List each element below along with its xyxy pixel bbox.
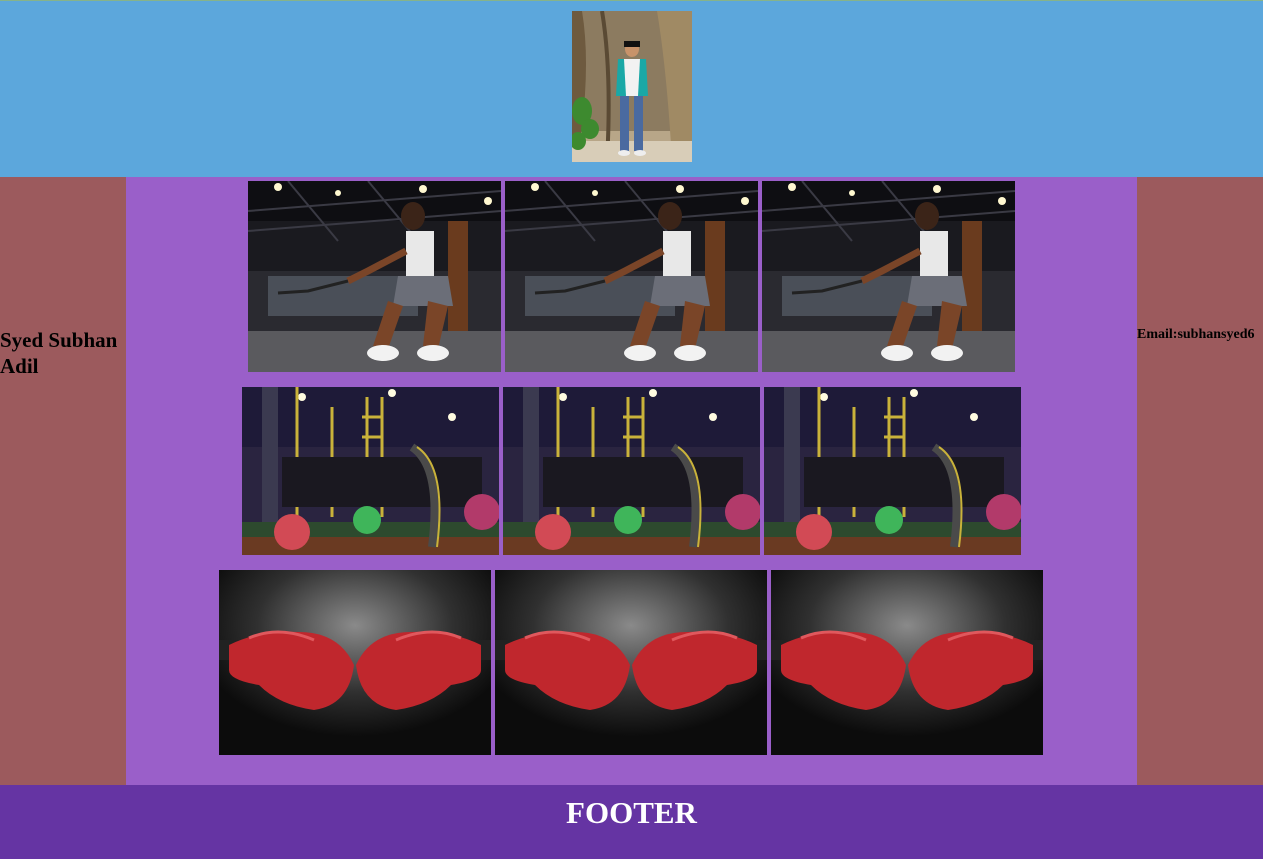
gallery-image-gym-woman-1 xyxy=(248,181,501,372)
main-content xyxy=(126,177,1137,793)
gallery-image-gym-interior-1 xyxy=(242,387,499,555)
author-email: Email:subhansyed6 xyxy=(1137,327,1255,342)
gallery-image-gym-interior-2 xyxy=(503,387,760,555)
footer: FOOTER xyxy=(0,785,1263,859)
gallery-image-gym-woman-3 xyxy=(762,181,1015,372)
gallery-image-boxing-gloves-3 xyxy=(771,570,1043,755)
left-sidebar: Syed Subhan Adil xyxy=(0,177,126,785)
page: Syed Subhan Adil Email:subhansyed6 FOOTE… xyxy=(0,0,1263,859)
header xyxy=(0,0,1263,177)
author-name: Syed Subhan Adil xyxy=(0,328,118,378)
gallery-image-boxing-gloves-1 xyxy=(219,570,491,755)
gallery-image-gym-interior-3 xyxy=(764,387,1021,555)
footer-title: FOOTER xyxy=(566,795,697,830)
gallery-image-boxing-gloves-2 xyxy=(495,570,767,755)
gallery-image-gym-woman-2 xyxy=(505,181,758,372)
right-sidebar: Email:subhansyed6 xyxy=(1137,177,1263,785)
profile-photo xyxy=(572,11,692,162)
